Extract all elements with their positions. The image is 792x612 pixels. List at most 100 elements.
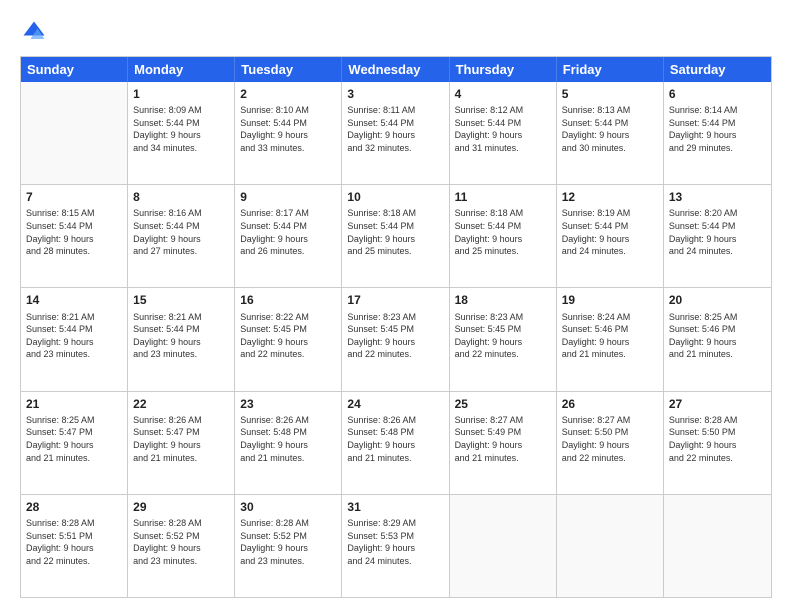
day-number: 31 [347, 499, 443, 515]
day-number: 24 [347, 396, 443, 412]
day-number: 5 [562, 86, 658, 102]
day-info: Sunrise: 8:24 AMSunset: 5:46 PMDaylight:… [562, 311, 658, 361]
day-cell-9: 9 Sunrise: 8:17 AMSunset: 5:44 PMDaylight… [235, 185, 342, 287]
day-number: 10 [347, 189, 443, 205]
day-info: Sunrise: 8:23 AMSunset: 5:45 PMDaylight:… [347, 311, 443, 361]
header-day-tuesday: Tuesday [235, 57, 342, 82]
day-number: 6 [669, 86, 766, 102]
empty-cell-0-0 [21, 82, 128, 184]
day-number: 23 [240, 396, 336, 412]
calendar-row-1: 7 Sunrise: 8:15 AMSunset: 5:44 PMDaylight… [21, 184, 771, 287]
day-info: Sunrise: 8:11 AMSunset: 5:44 PMDaylight:… [347, 104, 443, 154]
day-cell-10: 10 Sunrise: 8:18 AMSunset: 5:44 PMDayligh… [342, 185, 449, 287]
day-cell-5: 5 Sunrise: 8:13 AMSunset: 5:44 PMDaylight… [557, 82, 664, 184]
day-info: Sunrise: 8:13 AMSunset: 5:44 PMDaylight:… [562, 104, 658, 154]
header [20, 18, 772, 46]
day-number: 28 [26, 499, 122, 515]
day-cell-1: 1 Sunrise: 8:09 AMSunset: 5:44 PMDaylight… [128, 82, 235, 184]
day-cell-16: 16 Sunrise: 8:22 AMSunset: 5:45 PMDayligh… [235, 288, 342, 390]
day-cell-22: 22 Sunrise: 8:26 AMSunset: 5:47 PMDayligh… [128, 392, 235, 494]
day-cell-18: 18 Sunrise: 8:23 AMSunset: 5:45 PMDayligh… [450, 288, 557, 390]
empty-cell-4-4 [450, 495, 557, 597]
day-number: 27 [669, 396, 766, 412]
day-cell-12: 12 Sunrise: 8:19 AMSunset: 5:44 PMDayligh… [557, 185, 664, 287]
day-info: Sunrise: 8:28 AMSunset: 5:52 PMDaylight:… [240, 517, 336, 567]
day-cell-19: 19 Sunrise: 8:24 AMSunset: 5:46 PMDayligh… [557, 288, 664, 390]
day-number: 29 [133, 499, 229, 515]
day-cell-3: 3 Sunrise: 8:11 AMSunset: 5:44 PMDaylight… [342, 82, 449, 184]
day-info: Sunrise: 8:21 AMSunset: 5:44 PMDaylight:… [133, 311, 229, 361]
day-info: Sunrise: 8:28 AMSunset: 5:50 PMDaylight:… [669, 414, 766, 464]
empty-cell-4-6 [664, 495, 771, 597]
day-number: 17 [347, 292, 443, 308]
day-cell-2: 2 Sunrise: 8:10 AMSunset: 5:44 PMDaylight… [235, 82, 342, 184]
day-number: 12 [562, 189, 658, 205]
day-cell-25: 25Sunrise: 8:27 AMSunset: 5:49 PMDayligh… [450, 392, 557, 494]
header-day-friday: Friday [557, 57, 664, 82]
empty-cell-4-5 [557, 495, 664, 597]
day-cell-8: 8 Sunrise: 8:16 AMSunset: 5:44 PMDaylight… [128, 185, 235, 287]
day-number: 1 [133, 86, 229, 102]
day-info: Sunrise: 8:17 AMSunset: 5:44 PMDaylight:… [240, 207, 336, 257]
day-number: 19 [562, 292, 658, 308]
day-info: Sunrise: 8:18 AMSunset: 5:44 PMDaylight:… [455, 207, 551, 257]
calendar-row-2: 14 Sunrise: 8:21 AMSunset: 5:44 PMDayligh… [21, 287, 771, 390]
day-info: Sunrise: 8:09 AMSunset: 5:44 PMDaylight:… [133, 104, 229, 154]
day-number: 15 [133, 292, 229, 308]
day-number: 9 [240, 189, 336, 205]
calendar-row-4: 28Sunrise: 8:28 AMSunset: 5:51 PMDayligh… [21, 494, 771, 597]
day-cell-23: 23 Sunrise: 8:26 AMSunset: 5:48 PMDayligh… [235, 392, 342, 494]
day-cell-27: 27 Sunrise: 8:28 AMSunset: 5:50 PMDayligh… [664, 392, 771, 494]
header-day-monday: Monday [128, 57, 235, 82]
day-cell-17: 17 Sunrise: 8:23 AMSunset: 5:45 PMDayligh… [342, 288, 449, 390]
calendar-body: 1 Sunrise: 8:09 AMSunset: 5:44 PMDaylight… [21, 82, 771, 597]
day-cell-20: 20Sunrise: 8:25 AMSunset: 5:46 PMDayligh… [664, 288, 771, 390]
day-number: 2 [240, 86, 336, 102]
day-number: 8 [133, 189, 229, 205]
day-info: Sunrise: 8:21 AMSunset: 5:44 PMDaylight:… [26, 311, 122, 361]
day-number: 16 [240, 292, 336, 308]
day-info: Sunrise: 8:27 AMSunset: 5:50 PMDaylight:… [562, 414, 658, 464]
day-info: Sunrise: 8:12 AMSunset: 5:44 PMDaylight:… [455, 104, 551, 154]
day-info: Sunrise: 8:22 AMSunset: 5:45 PMDaylight:… [240, 311, 336, 361]
day-info: Sunrise: 8:16 AMSunset: 5:44 PMDaylight:… [133, 207, 229, 257]
day-info: Sunrise: 8:14 AMSunset: 5:44 PMDaylight:… [669, 104, 766, 154]
day-number: 7 [26, 189, 122, 205]
day-number: 26 [562, 396, 658, 412]
day-cell-13: 13Sunrise: 8:20 AMSunset: 5:44 PMDayligh… [664, 185, 771, 287]
calendar-row-0: 1 Sunrise: 8:09 AMSunset: 5:44 PMDaylight… [21, 82, 771, 184]
day-info: Sunrise: 8:18 AMSunset: 5:44 PMDaylight:… [347, 207, 443, 257]
day-number: 13 [669, 189, 766, 205]
day-info: Sunrise: 8:27 AMSunset: 5:49 PMDaylight:… [455, 414, 551, 464]
day-number: 11 [455, 189, 551, 205]
logo [20, 18, 52, 46]
day-cell-11: 11 Sunrise: 8:18 AMSunset: 5:44 PMDayligh… [450, 185, 557, 287]
day-info: Sunrise: 8:29 AMSunset: 5:53 PMDaylight:… [347, 517, 443, 567]
day-cell-21: 21 Sunrise: 8:25 AMSunset: 5:47 PMDayligh… [21, 392, 128, 494]
day-cell-29: 29Sunrise: 8:28 AMSunset: 5:52 PMDayligh… [128, 495, 235, 597]
day-info: Sunrise: 8:23 AMSunset: 5:45 PMDaylight:… [455, 311, 551, 361]
page: SundayMondayTuesdayWednesdayThursdayFrid… [0, 0, 792, 612]
day-number: 3 [347, 86, 443, 102]
day-info: Sunrise: 8:10 AMSunset: 5:44 PMDaylight:… [240, 104, 336, 154]
day-cell-28: 28Sunrise: 8:28 AMSunset: 5:51 PMDayligh… [21, 495, 128, 597]
day-cell-6: 6 Sunrise: 8:14 AMSunset: 5:44 PMDaylight… [664, 82, 771, 184]
day-cell-7: 7 Sunrise: 8:15 AMSunset: 5:44 PMDaylight… [21, 185, 128, 287]
header-day-sunday: Sunday [21, 57, 128, 82]
day-info: Sunrise: 8:19 AMSunset: 5:44 PMDaylight:… [562, 207, 658, 257]
day-number: 18 [455, 292, 551, 308]
calendar: SundayMondayTuesdayWednesdayThursdayFrid… [20, 56, 772, 598]
day-info: Sunrise: 8:15 AMSunset: 5:44 PMDaylight:… [26, 207, 122, 257]
day-number: 20 [669, 292, 766, 308]
day-number: 14 [26, 292, 122, 308]
calendar-header: SundayMondayTuesdayWednesdayThursdayFrid… [21, 57, 771, 82]
day-cell-26: 26 Sunrise: 8:27 AMSunset: 5:50 PMDayligh… [557, 392, 664, 494]
day-number: 22 [133, 396, 229, 412]
day-cell-30: 30Sunrise: 8:28 AMSunset: 5:52 PMDayligh… [235, 495, 342, 597]
day-info: Sunrise: 8:25 AMSunset: 5:47 PMDaylight:… [26, 414, 122, 464]
day-number: 21 [26, 396, 122, 412]
day-cell-15: 15 Sunrise: 8:21 AMSunset: 5:44 PMDayligh… [128, 288, 235, 390]
day-info: Sunrise: 8:26 AMSunset: 5:47 PMDaylight:… [133, 414, 229, 464]
header-day-saturday: Saturday [664, 57, 771, 82]
day-info: Sunrise: 8:26 AMSunset: 5:48 PMDaylight:… [240, 414, 336, 464]
